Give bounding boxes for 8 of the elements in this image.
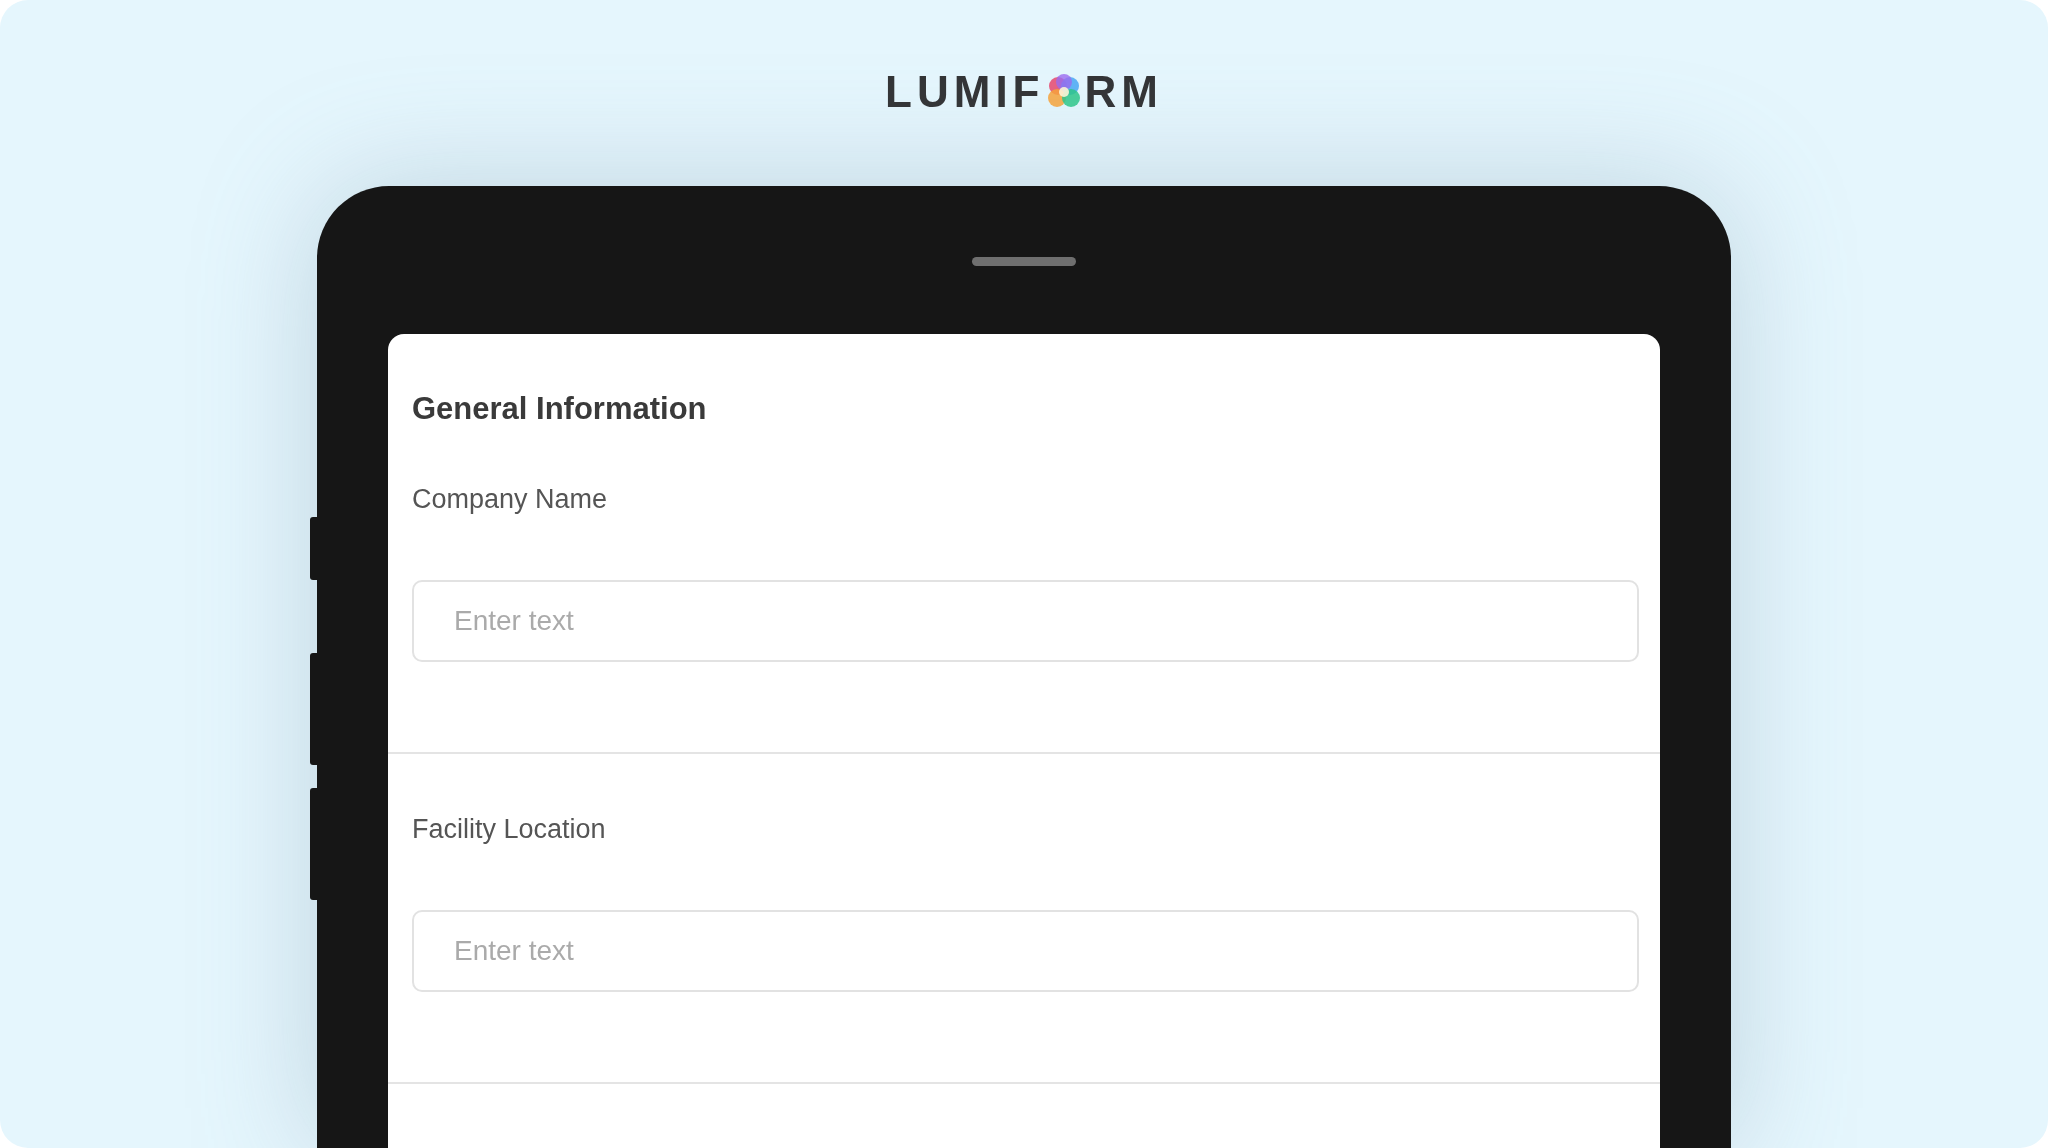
section-title: General Information <box>412 390 707 428</box>
text-input[interactable]: Enter text <box>412 910 1639 992</box>
logo-text: LUMIF <box>885 70 1045 114</box>
text-input[interactable]: Enter text <box>412 580 1639 662</box>
field-label: Facility Location <box>412 813 606 846</box>
logo-text: RM <box>1084 70 1163 114</box>
field-label: Company Name <box>412 483 608 516</box>
flower-logo-icon <box>1046 74 1083 110</box>
